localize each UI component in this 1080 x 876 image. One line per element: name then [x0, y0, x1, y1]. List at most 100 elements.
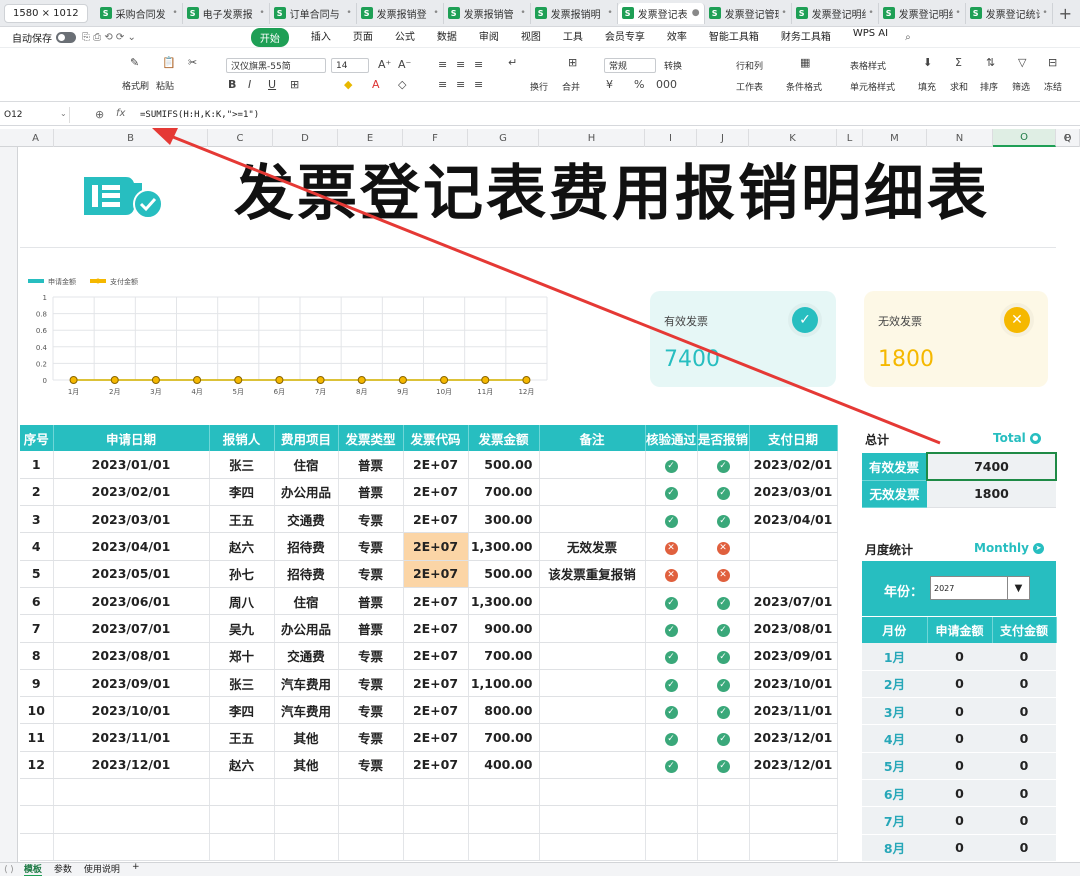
- percent-icon[interactable]: %: [634, 78, 644, 91]
- doc-tab[interactable]: S 订单合同与 •: [270, 2, 357, 24]
- cell-verified[interactable]: ✓: [645, 751, 698, 780]
- doc-tab[interactable]: S 发票报销登 •: [357, 2, 444, 24]
- doc-tab[interactable]: S 发票登记明细 •: [879, 2, 966, 24]
- cell-type[interactable]: 专票: [338, 723, 404, 752]
- cell-type[interactable]: 普票: [338, 478, 404, 507]
- column-header[interactable]: O: [993, 129, 1056, 147]
- empty-cell[interactable]: [645, 778, 698, 807]
- fill-color-icon[interactable]: ◆: [344, 78, 352, 91]
- menu-item[interactable]: 会员专享: [605, 28, 645, 47]
- cell-verified[interactable]: ✓: [645, 478, 698, 507]
- monthly-link[interactable]: Monthly ➤: [974, 541, 1044, 555]
- cell-note[interactable]: 该发票重复报销: [539, 560, 646, 588]
- cell-item[interactable]: 招待费: [274, 532, 339, 561]
- cell-amount[interactable]: 500.00: [468, 451, 540, 479]
- currency-icon[interactable]: ¥: [606, 78, 613, 91]
- menu-item[interactable]: 视图: [521, 28, 541, 47]
- empty-cell[interactable]: [274, 778, 339, 807]
- empty-cell[interactable]: [403, 833, 469, 861]
- year-select[interactable]: 2027 ▼: [930, 576, 1030, 600]
- cell-date[interactable]: 2023/08/01: [53, 642, 210, 670]
- cell-item[interactable]: 汽车费用: [274, 696, 339, 725]
- cell-amount[interactable]: 800.00: [468, 696, 540, 725]
- cell-verified[interactable]: ✓: [645, 614, 698, 643]
- empty-cell[interactable]: [468, 833, 540, 861]
- cell-amount[interactable]: 400.00: [468, 751, 540, 780]
- cell-code[interactable]: 2E+07: [403, 451, 469, 479]
- month-cell[interactable]: 2月: [862, 670, 927, 699]
- sum-button[interactable]: 求和: [950, 80, 968, 93]
- table-row[interactable]: 2 2023/02/01 李四 办公用品 普票 2E+07 700.00 ✓ ✓ 2023/03/…: [20, 478, 838, 507]
- cell-paydate[interactable]: 2023/03/01: [749, 478, 838, 507]
- pay-amount-cell[interactable]: 0: [992, 779, 1056, 808]
- cell-style-button[interactable]: 单元格样式: [850, 80, 895, 93]
- freeze-button[interactable]: 冻结: [1044, 80, 1062, 93]
- cell-note[interactable]: [539, 505, 646, 534]
- cell-type[interactable]: 专票: [338, 642, 404, 670]
- cell-item[interactable]: 其他: [274, 751, 339, 780]
- cell-date[interactable]: 2023/01/01: [53, 451, 210, 479]
- cell-amount[interactable]: 1,300.00: [468, 587, 540, 616]
- doc-tab[interactable]: S 发票登记表 ●: [617, 2, 705, 24]
- table-row[interactable]: 1 2023/01/01 张三 住宿 普票 2E+07 500.00 ✓ ✓ 2023/02/01: [20, 451, 838, 479]
- cell-no[interactable]: 1: [20, 451, 54, 479]
- cell-type[interactable]: 专票: [338, 696, 404, 725]
- empty-cell[interactable]: [338, 833, 404, 861]
- zoom-icon[interactable]: ⊕: [95, 108, 104, 121]
- cell-type[interactable]: 普票: [338, 587, 404, 616]
- total-link[interactable]: Total ●: [993, 431, 1041, 445]
- cell-item[interactable]: 住宿: [274, 451, 339, 479]
- cell-person[interactable]: 张三: [209, 669, 275, 698]
- bold-icon[interactable]: B: [228, 78, 236, 91]
- cell-date[interactable]: 2023/02/01: [53, 478, 210, 507]
- menu-item[interactable]: 效率: [667, 28, 687, 47]
- total-value[interactable]: 1800: [927, 480, 1056, 508]
- pay-amount-cell[interactable]: 0: [992, 834, 1056, 862]
- tab-dot-icon[interactable]: •: [520, 8, 525, 18]
- cell-paydate[interactable]: 2023/09/01: [749, 642, 838, 670]
- filter-icon[interactable]: ▽: [1018, 56, 1026, 69]
- italic-icon[interactable]: I: [248, 78, 251, 91]
- cell-reimbursed[interactable]: ✕: [697, 560, 750, 588]
- cell-code[interactable]: 2E+07: [403, 669, 469, 698]
- doc-tab[interactable]: S 电子发票报 •: [183, 2, 270, 24]
- table-row[interactable]: 11 2023/11/01 王五 其他 专票 2E+07 700.00 ✓ ✓ 2023/12/0…: [20, 723, 838, 752]
- empty-cell[interactable]: [274, 833, 339, 861]
- paste-icon[interactable]: 📋: [162, 56, 176, 69]
- empty-cell[interactable]: [645, 833, 698, 861]
- cell-type[interactable]: 专票: [338, 669, 404, 698]
- cell-type[interactable]: 专票: [338, 505, 404, 534]
- menu-item[interactable]: WPS AI: [853, 28, 888, 47]
- cell-date[interactable]: 2023/10/01: [53, 696, 210, 725]
- tab-dot-icon[interactable]: •: [781, 8, 786, 18]
- tab-dot-icon[interactable]: •: [259, 8, 264, 18]
- cell-item[interactable]: 汽车费用: [274, 669, 339, 698]
- column-header[interactable]: L: [837, 129, 863, 147]
- clear-icon[interactable]: ◇: [398, 78, 406, 91]
- close-icon[interactable]: ●: [692, 8, 700, 18]
- cell-verified[interactable]: ✓: [645, 669, 698, 698]
- cell-date[interactable]: 2023/03/01: [53, 505, 210, 534]
- pay-amount-cell[interactable]: 0: [992, 752, 1056, 780]
- cell-paydate[interactable]: 2023/07/01: [749, 587, 838, 616]
- cell-note[interactable]: [539, 642, 646, 670]
- font-shrink-icon[interactable]: A⁻: [398, 58, 411, 71]
- cell-note[interactable]: [539, 723, 646, 752]
- menu-item[interactable]: 审阅: [479, 28, 499, 47]
- cell-note[interactable]: [539, 669, 646, 698]
- table-row[interactable]: 3 2023/03/01 王五 交通费 专票 2E+07 300.00 ✓ ✓ 2023/04/0…: [20, 505, 838, 534]
- column-header[interactable]: I: [645, 129, 697, 147]
- cell-person[interactable]: 赵六: [209, 532, 275, 561]
- column-header[interactable]: N: [927, 129, 993, 147]
- cell-reimbursed[interactable]: ✓: [697, 696, 750, 725]
- apply-amount-cell[interactable]: 0: [927, 724, 992, 753]
- empty-cell[interactable]: [749, 778, 838, 807]
- empty-cell[interactable]: [209, 778, 275, 807]
- quick-access-icons[interactable]: ⎘ ⎙ ⟲ ⟳ ⌄: [82, 32, 136, 43]
- table-row[interactable]: 12 2023/12/01 赵六 其他 专票 2E+07 400.00 ✓ ✓ 2023/12/0…: [20, 751, 838, 780]
- filter-button[interactable]: 筛选: [1012, 80, 1030, 93]
- align-middle-icon[interactable]: ≡: [456, 58, 465, 71]
- cell-no[interactable]: 2: [20, 478, 54, 507]
- empty-cell[interactable]: [539, 833, 646, 861]
- cell-reimbursed[interactable]: ✓: [697, 478, 750, 507]
